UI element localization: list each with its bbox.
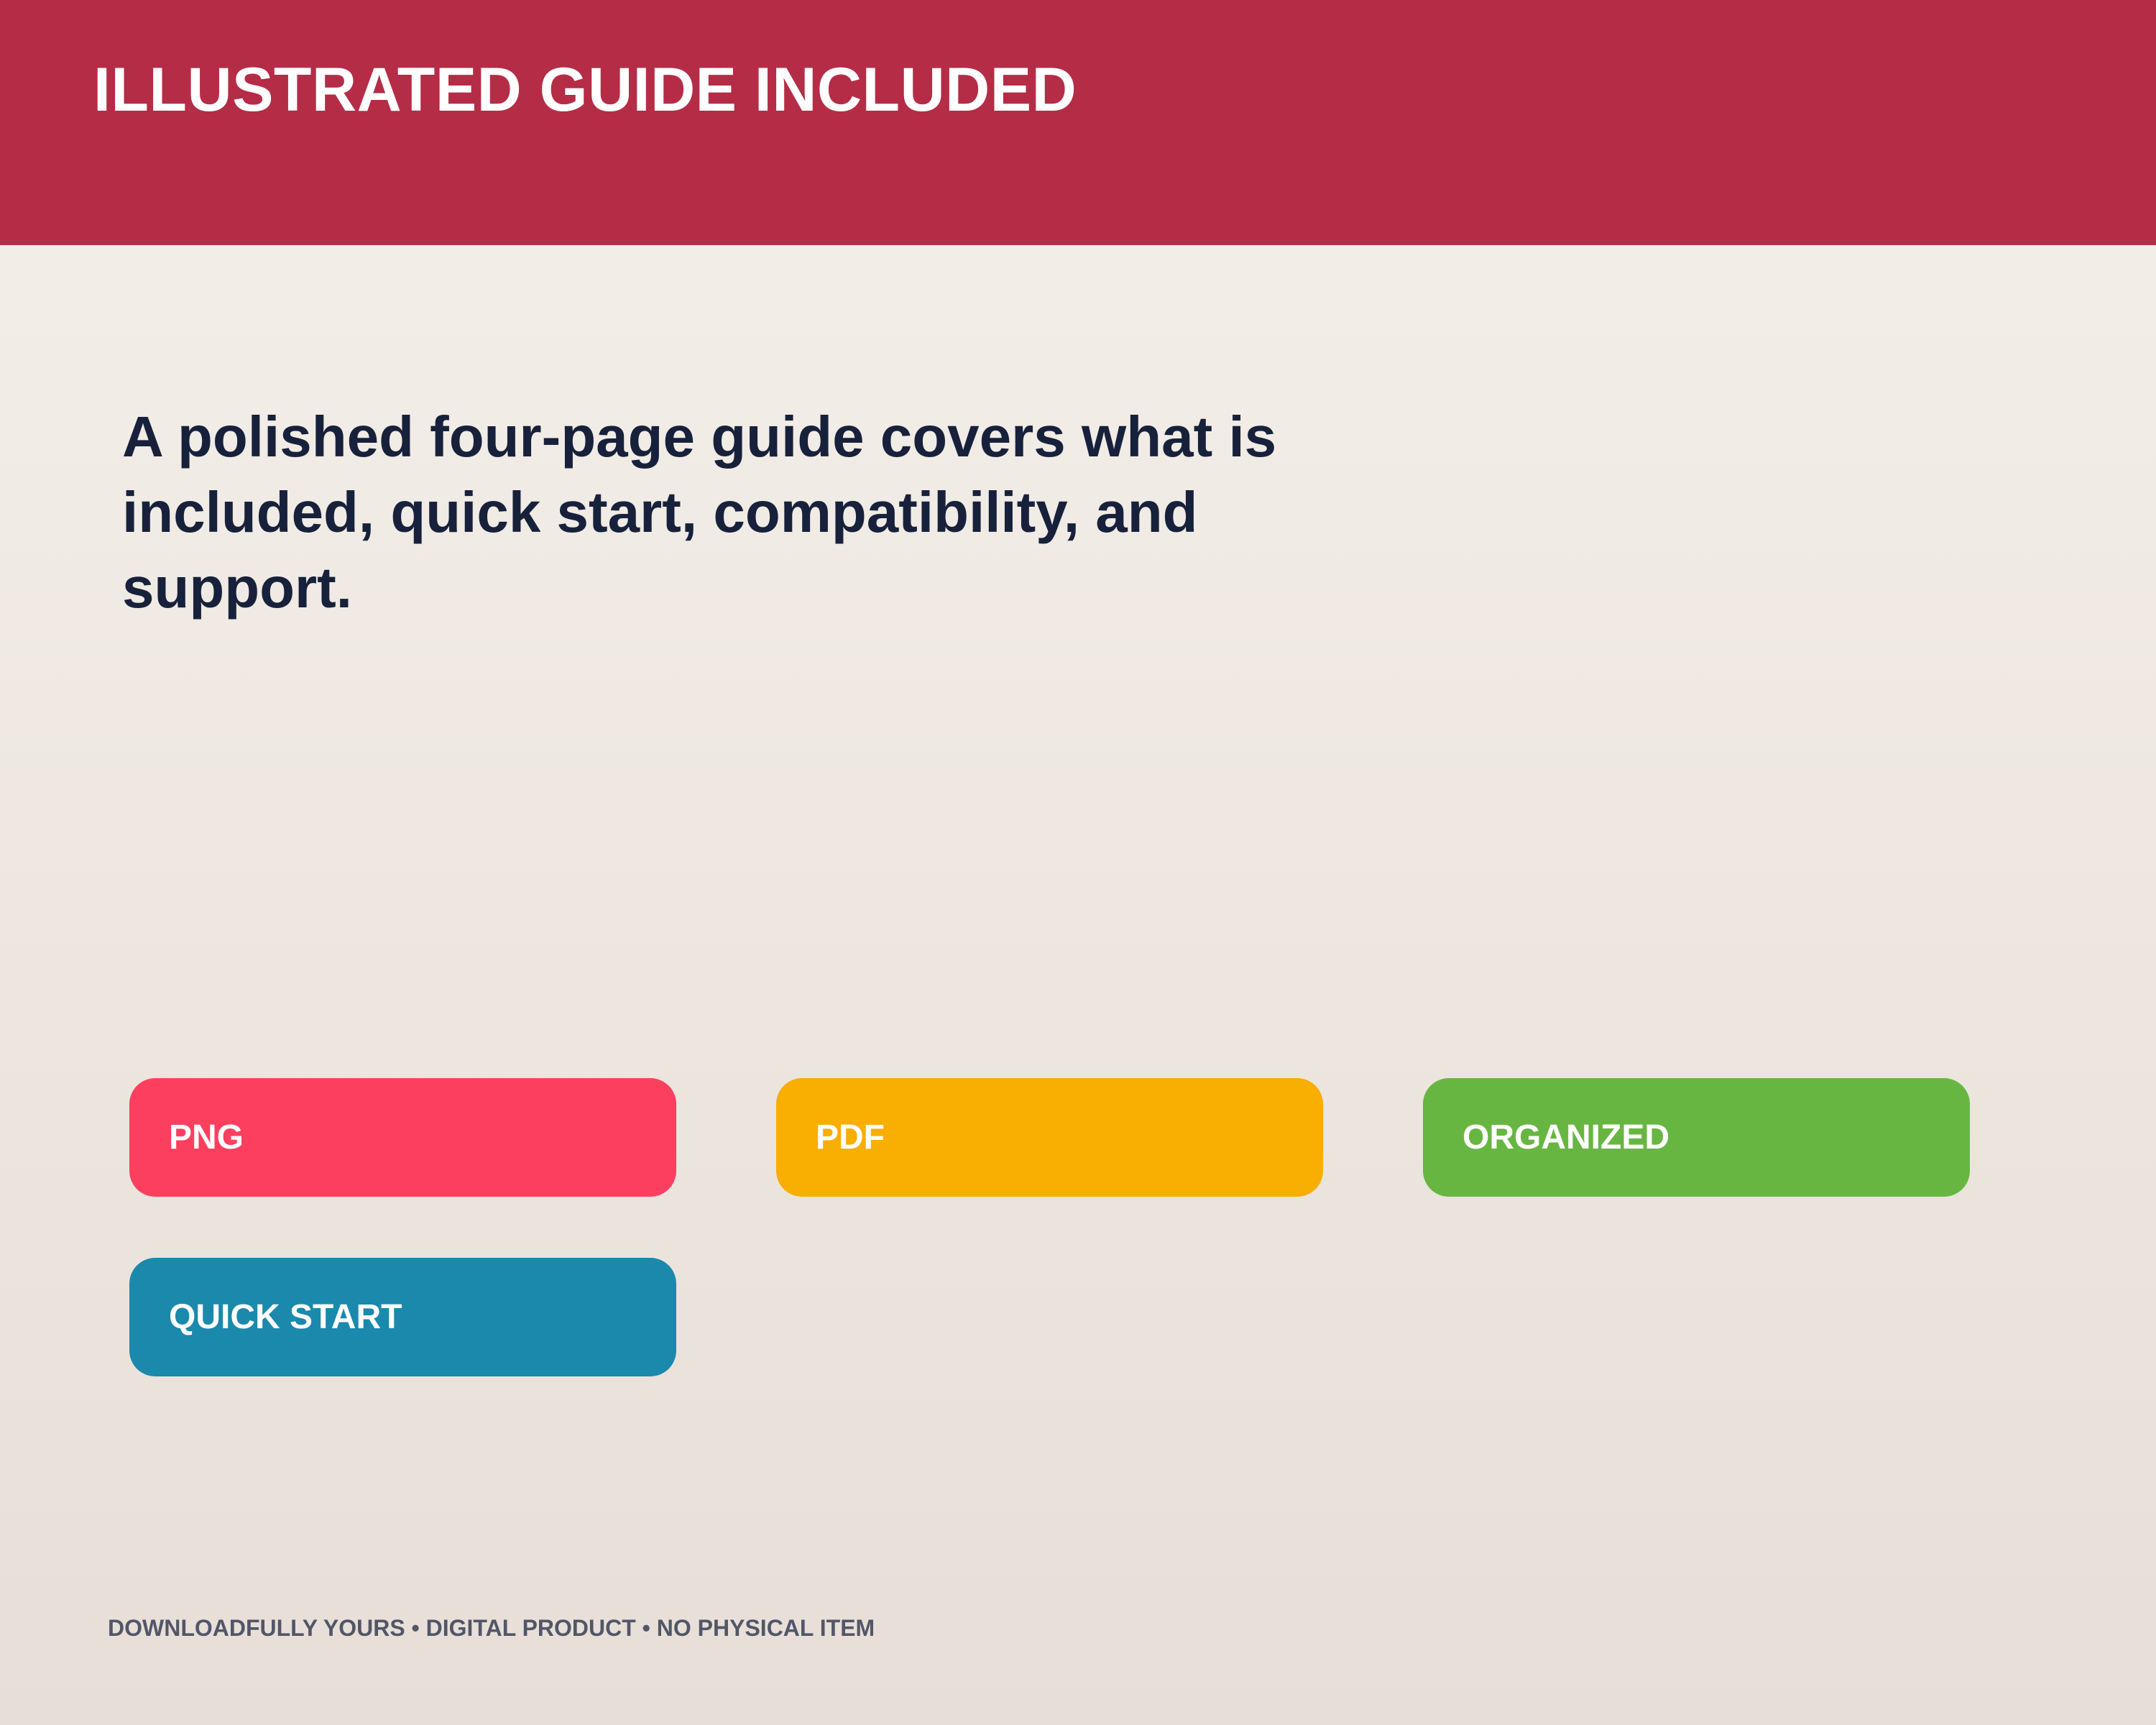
tag-quick-start: QUICK START: [129, 1258, 676, 1376]
tag-label: PDF: [816, 1118, 885, 1156]
tag-pdf: PDF: [776, 1078, 1323, 1197]
tag-label: QUICK START: [169, 1298, 402, 1336]
header-banner: ILLUSTRATED GUIDE INCLUDED: [0, 0, 2156, 245]
guide-description: A polished four-page guide covers what i…: [122, 405, 1277, 620]
tag-png: PNG: [129, 1078, 676, 1197]
page-title: ILLUSTRATED GUIDE INCLUDED: [93, 55, 1077, 124]
tag-organized: ORGANIZED: [1423, 1078, 1970, 1197]
tag-label: ORGANIZED: [1462, 1118, 1669, 1156]
tag-label: PNG: [169, 1118, 244, 1156]
footer-note: DOWNLOADFULLY YOURS • DIGITAL PRODUCT • …: [108, 1615, 875, 1641]
